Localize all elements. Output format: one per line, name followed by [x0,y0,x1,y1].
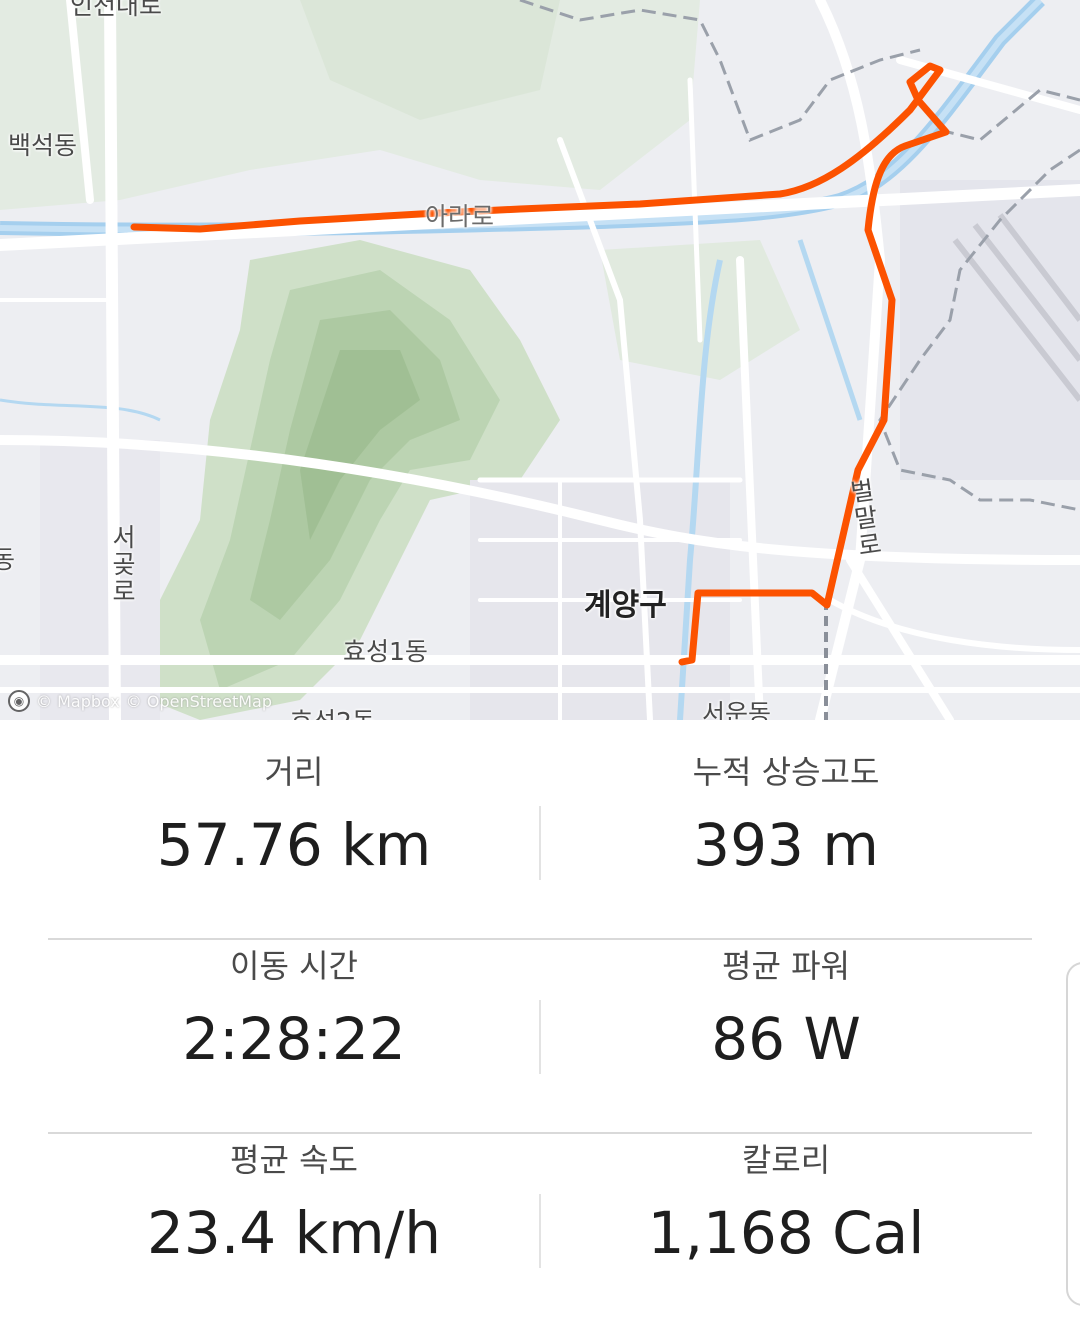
stats-row: 평균 속도 23.4 km/h 칼로리 1,168 Cal [48,1136,1032,1330]
map-label-left-edge: 동 [0,545,16,574]
stats-row: 거리 57.76 km 누적 상승고도 393 m [48,748,1032,942]
stat-value: 1,168 Cal [647,1199,925,1267]
side-panel-handle[interactable] [1066,962,1080,1306]
stat-elevation-gain: 누적 상승고도 393 m [540,748,1032,878]
stat-avg-speed: 평균 속도 23.4 km/h [48,1136,540,1266]
row-divider [48,1132,1032,1134]
stat-label: 누적 상승고도 [692,753,880,791]
stat-label: 이동 시간 [230,947,358,985]
stats-row: 이동 시간 2:28:22 평균 파워 86 W [48,942,1032,1136]
stat-value: 23.4 km/h [147,1199,441,1267]
map-label-seoun: 서운동 [702,699,772,720]
map-label-hyoseong2: 효성2동 [290,702,375,720]
attribution-osm: © OpenStreetMap [125,691,272,711]
attribution-mapbox: © Mapbox [36,691,120,711]
map-label-seogok: 서곶로 [108,524,137,605]
stat-label: 거리 [264,753,324,791]
stat-value: 57.76 km [156,811,432,879]
stat-moving-time: 이동 시간 2:28:22 [48,942,540,1072]
map-label-baekseok: 백석동 [8,131,78,160]
stat-value: 2:28:22 [182,1005,406,1073]
route-map[interactable]: 백석동 인천대로 아라로 서곶로 계양구 효성1동 효성2동 서운동 벌말로 동… [0,0,1080,720]
stat-calories: 칼로리 1,168 Cal [540,1136,1032,1266]
map-label-hyoseong1: 효성1동 [343,637,428,666]
stat-label: 평균 파워 [722,947,850,985]
stat-avg-power: 평균 파워 86 W [540,942,1032,1072]
row-divider [48,938,1032,940]
map-graphics [0,0,1080,720]
stat-distance: 거리 57.76 km [48,748,540,878]
mapbox-logo-icon: ◉ [8,690,30,712]
map-attribution[interactable]: ◉ © Mapbox © OpenStreetMap [8,690,272,712]
map-label-ara: 아라로 [425,202,495,231]
activity-stats: 거리 57.76 km 누적 상승고도 393 m 이동 시간 2:28:22 … [0,720,1080,1292]
map-label-top-road: 인천대로 [70,0,163,20]
stat-value: 86 W [711,1005,861,1073]
stat-label: 평균 속도 [230,1141,358,1179]
stat-label: 칼로리 [741,1141,831,1179]
map-label-gyeyang: 계양구 [584,588,667,623]
stat-value: 393 m [693,811,879,879]
